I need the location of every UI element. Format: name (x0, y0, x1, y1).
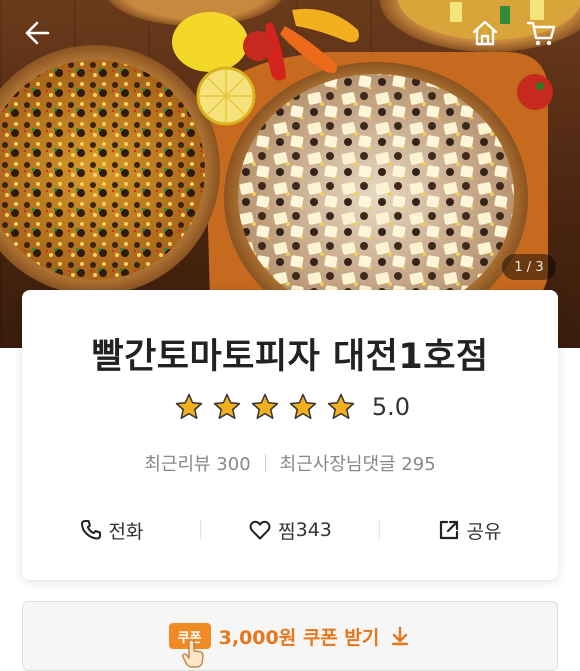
coupon-badge: 쿠폰 (168, 623, 211, 668)
coupon-label: 3,000원 쿠폰 받기 (218, 626, 380, 649)
back-button[interactable] (20, 18, 56, 54)
favorite-label: 찜 (278, 520, 296, 543)
coupon-download-button[interactable]: 쿠폰 3,000원 쿠폰 받기 (22, 601, 558, 671)
star-icon (327, 393, 355, 419)
cart-button[interactable] (526, 18, 562, 54)
store-info-card: 빨간토마토피자 대전1호점 5.0 최근리뷰 300 최근사장님댓글 295 전… (22, 290, 558, 580)
rating-row: 5.0 (22, 392, 558, 422)
stats-divider (264, 454, 266, 472)
home-button[interactable] (470, 18, 506, 54)
rating-value: 5.0 (371, 393, 411, 421)
share-button[interactable]: 공유 (380, 510, 558, 550)
hand-pointer-icon (181, 639, 204, 668)
cart-icon (526, 21, 556, 46)
favorite-button[interactable]: 찜 343 (201, 510, 379, 550)
owner-replies-link[interactable]: 최근사장님댓글 295 (280, 450, 436, 476)
share-label: 공유 (466, 520, 502, 543)
carousel-page-indicator: 1 / 3 (502, 254, 556, 280)
action-row: 전화 찜 343 공유 (22, 510, 558, 550)
recent-reviews-link[interactable]: 최근리뷰 300 (144, 450, 250, 476)
call-button[interactable]: 전화 (22, 510, 200, 550)
store-name: 빨간토마토피자 대전1호점 (91, 337, 489, 377)
back-arrow-icon (25, 21, 50, 45)
share-icon (439, 520, 458, 540)
favorite-count: 343 (295, 519, 332, 541)
star-icon (251, 393, 279, 419)
star-icon (175, 393, 203, 419)
heart-icon (249, 520, 271, 540)
star-icon (213, 393, 241, 419)
home-icon (472, 20, 498, 46)
star-icon (289, 393, 317, 419)
call-label: 전화 (108, 520, 144, 543)
phone-icon (80, 520, 101, 540)
download-arrow-icon (392, 626, 409, 646)
store-stats: 최근리뷰 300 최근사장님댓글 295 (22, 450, 558, 476)
